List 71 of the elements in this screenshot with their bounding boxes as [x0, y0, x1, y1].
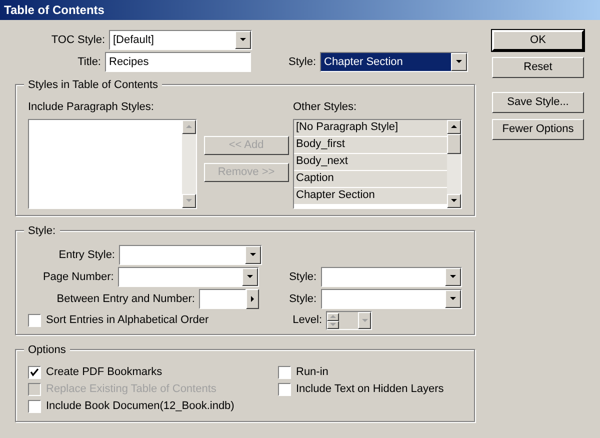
- dropdown-arrow-icon: [239, 36, 247, 44]
- dropdown-button[interactable]: [451, 53, 467, 71]
- dropdown-arrow-icon: [360, 316, 368, 324]
- dialog-button[interactable]: Reset: [492, 57, 584, 78]
- dropdown-button[interactable]: [245, 246, 261, 264]
- step-up-arrow-icon: [329, 312, 337, 320]
- field-label: Entry Style:: [58, 248, 116, 263]
- checkbox-label: Create PDF Bookmarks: [46, 365, 162, 380]
- separator-menu-button[interactable]: [246, 289, 260, 309]
- list-item[interactable]: Body_next: [294, 154, 447, 170]
- dialog-button[interactable]: OK: [492, 30, 584, 51]
- page-number-select[interactable]: [118, 267, 260, 287]
- checkbox-label: Include Book Documen(12_Book.indb): [46, 399, 234, 414]
- step-down-arrow-icon: [329, 320, 337, 328]
- checkbox[interactable]: [278, 366, 291, 379]
- list-item[interactable]: Body_first: [294, 136, 447, 154]
- dropdown-arrow-icon: [249, 251, 257, 259]
- scrollbar[interactable]: [182, 120, 196, 208]
- separator-input[interactable]: [198, 289, 246, 309]
- entry-style-select[interactable]: [119, 245, 262, 265]
- scroll-up-arrow-icon: [450, 122, 458, 130]
- checkbox[interactable]: [278, 383, 291, 396]
- dropdown-button[interactable]: [235, 31, 251, 49]
- checkbox-label: Sort Entries in Alphabetical Order: [46, 313, 209, 328]
- checkbox[interactable]: [28, 314, 41, 327]
- field-label: Style:: [288, 292, 318, 307]
- field-label: Page Number:: [42, 270, 115, 285]
- group-legend: Options: [24, 342, 70, 358]
- title-style-select[interactable]: Chapter Section: [320, 52, 468, 72]
- dropdown-arrow-icon: [246, 273, 254, 281]
- checkmark-icon: [30, 368, 39, 377]
- field-label: Style:: [288, 270, 318, 285]
- checkbox[interactable]: [28, 366, 41, 379]
- dialog-button[interactable]: Save Style...: [492, 92, 584, 113]
- list-item[interactable]: Chapter Section: [294, 188, 447, 204]
- dropdown-button[interactable]: [242, 268, 258, 286]
- checkbox[interactable]: [28, 400, 41, 413]
- dropdown-button[interactable]: [445, 290, 461, 308]
- window-title: Table of Contents: [4, 2, 104, 19]
- other-styles-list[interactable]: [No Paragraph Style] Body_first Body_next Caption Chapter Section: [293, 118, 462, 208]
- dialog-button[interactable]: Fewer Options: [492, 119, 584, 140]
- field-label: Level:: [292, 313, 323, 328]
- separator-style-select[interactable]: [320, 289, 462, 309]
- title-input[interactable]: Recipes: [105, 52, 251, 72]
- dropdown-button[interactable]: [445, 268, 461, 286]
- scroll-down-arrow-icon: [450, 196, 458, 204]
- checkbox-label: Include Text on Hidden Layers: [296, 382, 444, 398]
- dropdown-arrow-icon: [455, 58, 463, 66]
- list-item[interactable]: Caption: [294, 170, 447, 188]
- select-value: Chapter Section: [321, 53, 451, 71]
- field-label: Title:: [76, 54, 102, 70]
- field-label: TOC Style:: [50, 32, 106, 48]
- dropdown-arrow-icon: [449, 295, 457, 303]
- group-legend: Styles in Table of Contents: [24, 77, 162, 94]
- scrollbar[interactable]: [447, 120, 461, 208]
- checkbox-label: Run-in: [296, 365, 328, 380]
- page-number-style-select[interactable]: [320, 267, 462, 287]
- scroll-thumb[interactable]: [447, 134, 461, 154]
- dropdown-arrow-icon: [449, 273, 457, 281]
- list-label: Include Paragraph Styles:: [28, 100, 155, 115]
- scroll-up-arrow-icon: [185, 122, 193, 130]
- include-styles-list[interactable]: [28, 118, 197, 208]
- triangle-right-icon: [248, 295, 257, 303]
- field-label: Between Entry and Number:: [56, 292, 196, 307]
- list-item[interactable]: [No Paragraph Style]: [294, 120, 447, 136]
- select-value: [Default]: [112, 32, 155, 48]
- list-label: Other Styles:: [293, 100, 358, 115]
- group-legend: Style:: [24, 223, 60, 240]
- scroll-down-arrow-icon: [185, 196, 193, 204]
- toc-style-select[interactable]: [Default]: [109, 30, 252, 50]
- field-label: Style:: [287, 54, 317, 70]
